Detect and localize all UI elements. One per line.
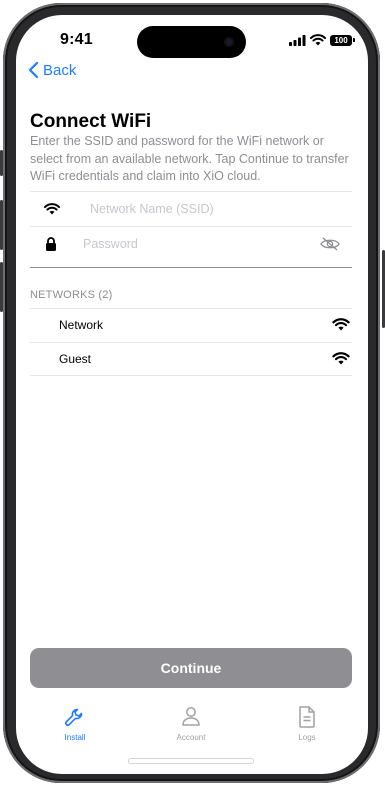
network-name: Network <box>59 318 104 332</box>
wifi-signal-icon <box>332 352 350 365</box>
wifi-signal-icon <box>332 318 350 331</box>
networks-header: NETWORKS (2) <box>30 289 113 301</box>
tab-bar: Install Account Logs <box>16 705 368 755</box>
document-icon <box>299 706 315 728</box>
dynamic-island <box>137 26 246 58</box>
password-field <box>30 226 352 261</box>
screen: 9:41 100 Back Connect WiFi Enter the SSI… <box>16 15 368 774</box>
back-label: Back <box>43 61 77 79</box>
status-time: 9:41 <box>60 31 93 48</box>
network-list-divider <box>30 375 352 376</box>
cellular-signal-icon <box>289 34 306 46</box>
home-indicator <box>129 759 253 763</box>
tab-account[interactable]: Account <box>156 705 226 742</box>
tab-logs-label: Logs <box>298 733 316 742</box>
network-name: Guest <box>59 352 92 366</box>
lock-icon <box>46 237 56 251</box>
form-divider <box>30 267 352 268</box>
page-title: Connect WiFi <box>30 111 152 132</box>
eye-slash-icon[interactable] <box>320 237 340 251</box>
page-description: Enter the SSID and password for the WiFi… <box>30 134 349 183</box>
network-row[interactable]: Guest <box>30 342 352 375</box>
ssid-input[interactable] <box>88 201 312 217</box>
wifi-status-icon <box>310 34 326 46</box>
side-button-left-2 <box>0 200 3 250</box>
tab-account-label: Account <box>176 733 206 742</box>
camera-icon <box>224 37 234 47</box>
status-icons: 100 <box>289 34 355 46</box>
network-row[interactable]: Network <box>30 308 352 341</box>
tab-install[interactable]: Install <box>40 705 110 742</box>
tab-install-label: Install <box>64 733 86 742</box>
ssid-field <box>30 191 352 226</box>
wrench-icon <box>65 708 83 726</box>
password-input[interactable] <box>81 236 305 252</box>
back-button[interactable]: Back <box>28 61 76 79</box>
chevron-left-icon <box>28 61 39 79</box>
side-button-left-1 <box>0 150 3 176</box>
person-icon <box>182 707 200 726</box>
side-button-left-3 <box>0 262 3 312</box>
tab-logs[interactable]: Logs <box>272 705 342 742</box>
battery-icon: 100 <box>330 34 355 46</box>
continue-button[interactable]: Continue <box>30 648 352 688</box>
wifi-icon <box>44 203 60 215</box>
